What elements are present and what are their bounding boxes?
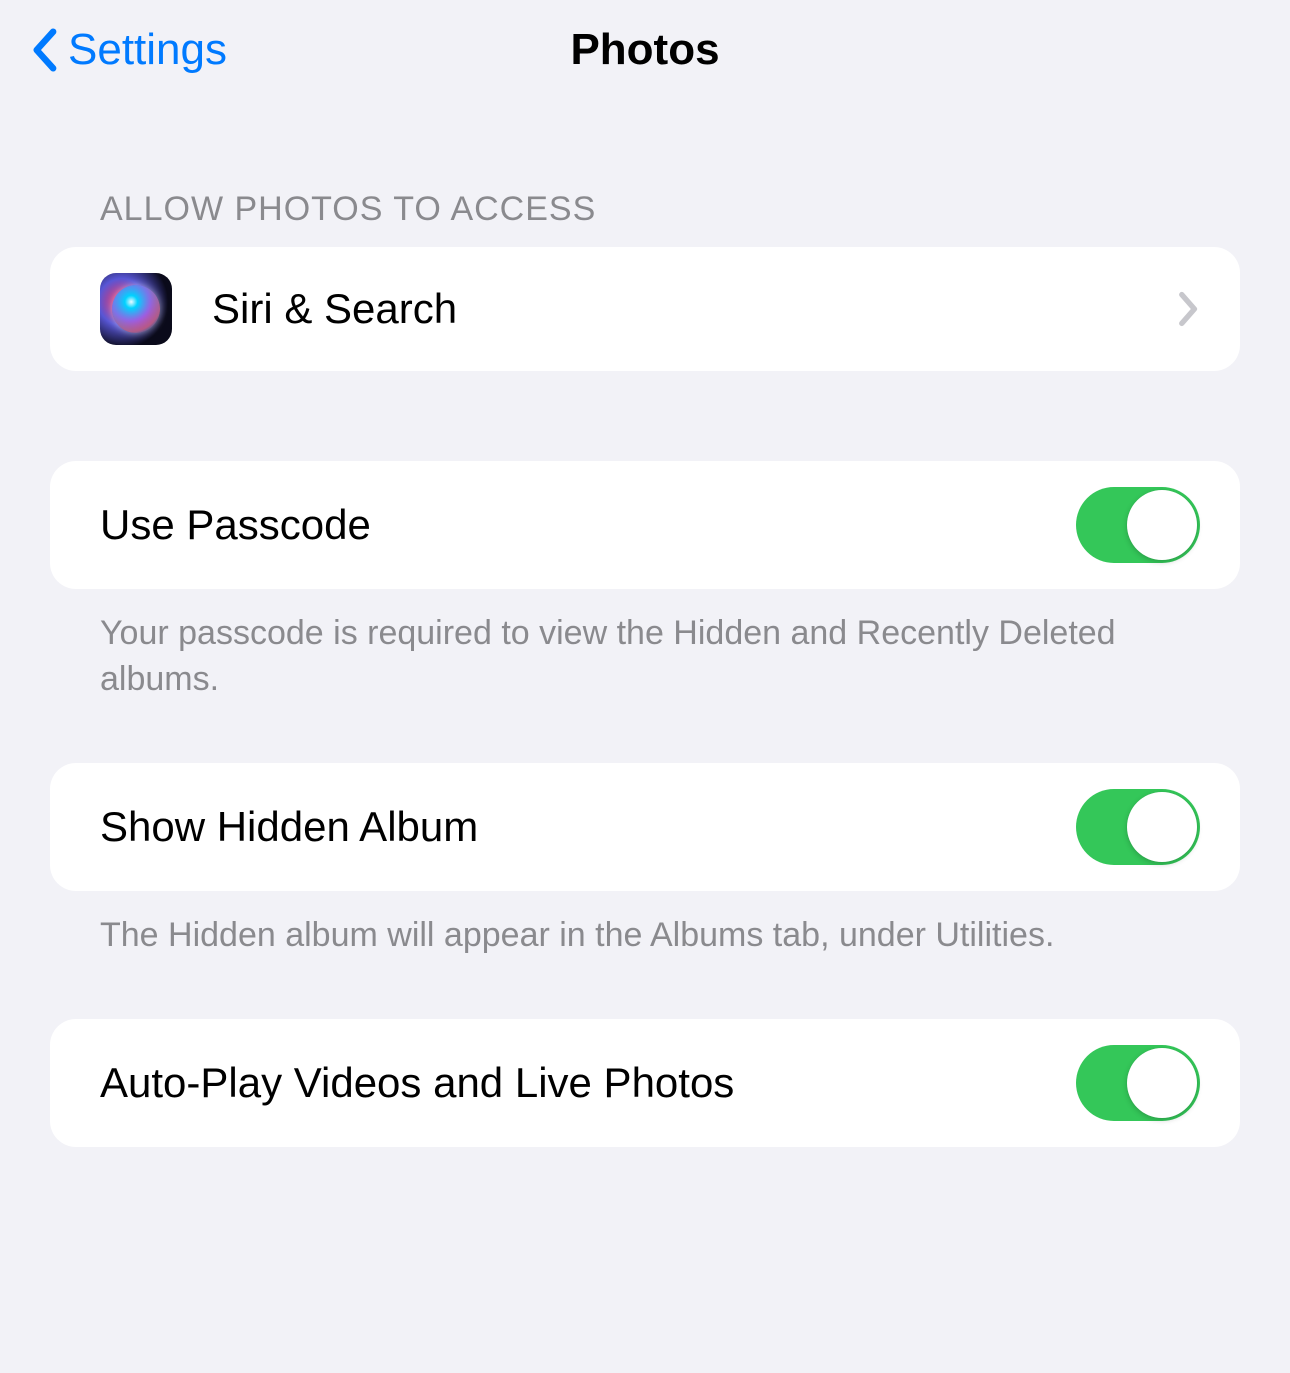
autoplay-toggle[interactable] bbox=[1076, 1045, 1200, 1121]
cell-group-autoplay: Auto-Play Videos and Live Photos bbox=[50, 1019, 1240, 1147]
show-hidden-album-toggle[interactable] bbox=[1076, 789, 1200, 865]
use-passcode-toggle[interactable] bbox=[1076, 487, 1200, 563]
siri-icon bbox=[100, 273, 172, 345]
cell-group-access: Siri & Search bbox=[50, 247, 1240, 371]
use-passcode-row: Use Passcode bbox=[50, 461, 1240, 589]
chevron-right-icon bbox=[1178, 291, 1200, 327]
show-hidden-album-row: Show Hidden Album bbox=[50, 763, 1240, 891]
section-header-access: ALLOW PHOTOS TO ACCESS bbox=[50, 100, 1240, 247]
chevron-left-icon bbox=[30, 28, 58, 72]
autoplay-row: Auto-Play Videos and Live Photos bbox=[50, 1019, 1240, 1147]
autoplay-label: Auto-Play Videos and Live Photos bbox=[100, 1059, 1076, 1107]
passcode-footer: Your passcode is required to view the Hi… bbox=[50, 589, 1240, 703]
toggle-knob bbox=[1127, 792, 1197, 862]
toggle-knob bbox=[1127, 490, 1197, 560]
cell-group-hidden-album: Show Hidden Album bbox=[50, 763, 1240, 891]
back-label: Settings bbox=[68, 25, 227, 75]
cell-group-passcode: Use Passcode bbox=[50, 461, 1240, 589]
siri-search-row[interactable]: Siri & Search bbox=[50, 247, 1240, 371]
back-button[interactable]: Settings bbox=[30, 25, 227, 75]
siri-search-label: Siri & Search bbox=[212, 285, 1178, 333]
use-passcode-label: Use Passcode bbox=[100, 501, 1076, 549]
navigation-bar: Settings Photos bbox=[0, 0, 1290, 100]
hidden-album-footer: The Hidden album will appear in the Albu… bbox=[50, 891, 1240, 959]
toggle-knob bbox=[1127, 1048, 1197, 1118]
show-hidden-album-label: Show Hidden Album bbox=[100, 803, 1076, 851]
page-title: Photos bbox=[570, 25, 719, 75]
